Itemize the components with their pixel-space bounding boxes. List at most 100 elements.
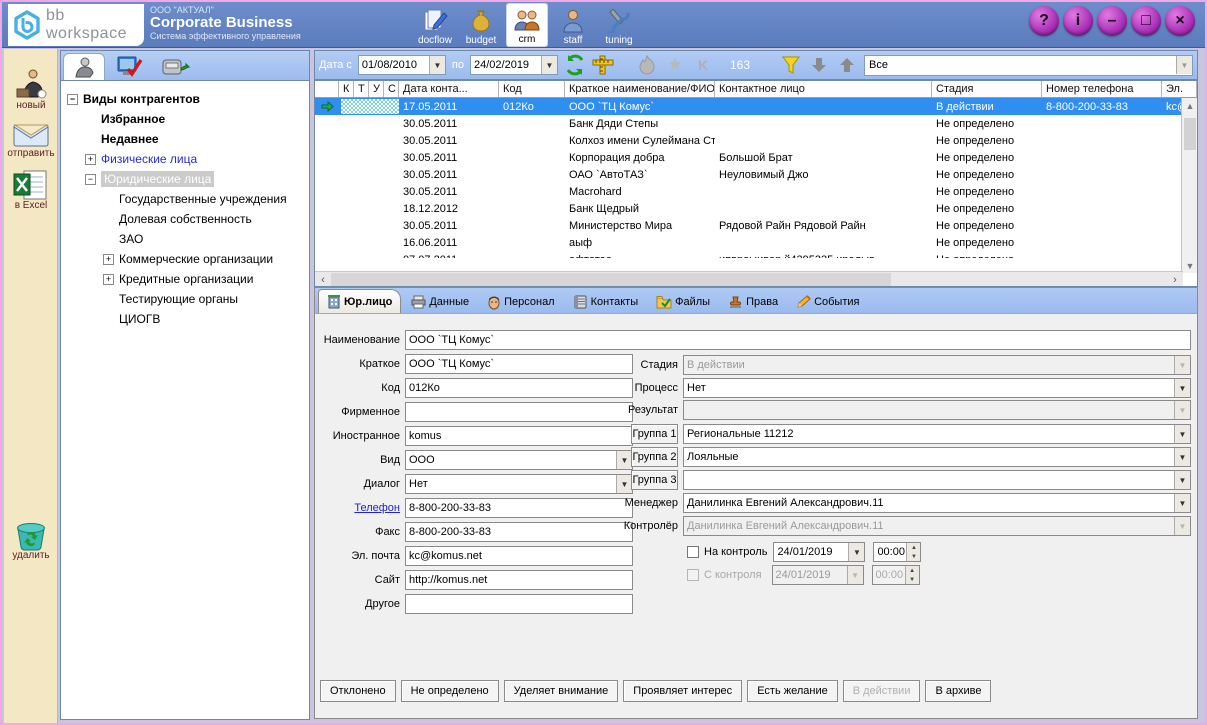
col-date[interactable]: Дата конта... xyxy=(399,81,499,97)
table-row[interactable]: 18.12.2012Банк ЩедрыйНе определено xyxy=(315,200,1197,217)
export-excel-button[interactable]: в Excel xyxy=(4,169,58,211)
scroll-right-icon[interactable]: › xyxy=(1167,272,1183,287)
tree-item-individuals[interactable]: +Физические лица xyxy=(67,149,309,169)
expand-icon[interactable]: + xyxy=(103,254,114,265)
table-row[interactable]: 07.07.2011афтотаоипвраыивар й4395335 ира… xyxy=(315,251,1197,258)
col-stage[interactable]: Стадия xyxy=(932,81,1042,97)
help-button[interactable]: ? xyxy=(1029,6,1059,36)
process-combo[interactable]: Нет▼ xyxy=(683,378,1191,398)
tree-item-ciogv[interactable]: ЦИОГВ xyxy=(67,309,309,329)
table-row[interactable]: 30.05.2011Министерство МираРядовой Райн … xyxy=(315,217,1197,234)
stage-archive-button[interactable]: В архиве xyxy=(925,680,991,702)
send-button[interactable]: отправить xyxy=(4,119,58,159)
stage-interest-button[interactable]: Проявляет интерес xyxy=(623,680,742,702)
group1-button[interactable]: Группа 1 xyxy=(631,424,678,444)
col-k[interactable]: К xyxy=(339,81,354,97)
stage-undefined-button[interactable]: Не определено xyxy=(401,680,499,702)
expand-icon[interactable]: + xyxy=(85,154,96,165)
date-to-input[interactable] xyxy=(471,57,541,73)
horizontal-scroll-thumb[interactable] xyxy=(331,273,891,286)
fax-field[interactable] xyxy=(405,522,633,542)
tree-tab-counterparties[interactable] xyxy=(63,53,105,80)
email-field[interactable] xyxy=(405,546,633,566)
tab-rights[interactable]: Права xyxy=(720,291,786,313)
collapse-icon[interactable]: − xyxy=(85,174,96,185)
on-control-checkbox[interactable] xyxy=(687,546,699,558)
tree-item-shared-ownership[interactable]: Долевая собственность xyxy=(67,209,309,229)
tab-legal-entity[interactable]: Юр.лицо xyxy=(318,289,401,313)
group3-button[interactable]: Группа 3 xyxy=(631,470,678,490)
name-field[interactable] xyxy=(405,330,1191,350)
tree-item-testing-bodies[interactable]: Тестирующие органы xyxy=(67,289,309,309)
nav-tuning[interactable]: tuning xyxy=(598,3,640,47)
table-row[interactable]: 30.05.2011ОАО `АвтоТАЗ`Неуловимый ДжоНе … xyxy=(315,166,1197,183)
scroll-up-icon[interactable]: ▲ xyxy=(1182,98,1198,113)
on-control-date[interactable]: 24/01/2019▼ xyxy=(773,542,865,562)
tree-item-state-institutions[interactable]: Государственные учреждения xyxy=(67,189,309,209)
nav-staff[interactable]: staff xyxy=(552,3,594,47)
scroll-left-icon[interactable]: ‹ xyxy=(315,272,331,287)
filter-funnel-button[interactable] xyxy=(780,54,802,76)
stage-desire-button[interactable]: Есть желание xyxy=(747,680,838,702)
minimize-button[interactable]: – xyxy=(1097,6,1127,36)
delete-button[interactable]: удалить xyxy=(4,519,58,561)
close-button[interactable]: × xyxy=(1165,6,1195,36)
tree-item-commercial-orgs[interactable]: +Коммерческие организации xyxy=(67,249,309,269)
tree-item-root[interactable]: −Виды контрагентов xyxy=(67,89,309,109)
col-t[interactable]: Т xyxy=(354,81,369,97)
on-control-time[interactable]: 00:00▲▼ xyxy=(873,542,921,562)
table-row[interactable]: 30.05.2011Корпорация добраБольшой БратНе… xyxy=(315,149,1197,166)
chevron-down-icon[interactable]: ▼ xyxy=(1174,425,1190,443)
date-from-input[interactable] xyxy=(359,57,429,73)
table-row[interactable]: 30.05.2011Колхоз имени Сулеймана Стал...… xyxy=(315,132,1197,149)
view-filter-combo[interactable]: Все ▼ xyxy=(864,55,1193,76)
ruler-button[interactable] xyxy=(592,54,614,76)
other-field[interactable] xyxy=(405,594,633,614)
brand-name-field[interactable] xyxy=(405,402,633,422)
tree-item-credit-orgs[interactable]: +Кредитные организации xyxy=(67,269,309,289)
dialog-combo[interactable]: Нет▼ xyxy=(405,474,633,494)
new-record-button[interactable]: новый xyxy=(4,67,58,111)
horizontal-scrollbar[interactable]: ‹ › xyxy=(315,271,1183,286)
group1-combo[interactable]: Региональные 11212▼ xyxy=(683,424,1191,444)
site-field[interactable] xyxy=(405,570,633,590)
foreign-name-field[interactable] xyxy=(405,426,633,446)
chevron-down-icon[interactable]: ▼ xyxy=(1176,56,1192,74)
arrow-down-icon[interactable] xyxy=(808,54,830,76)
chevron-down-icon[interactable]: ▼ xyxy=(429,56,445,74)
table-row[interactable]: 16.06.2011аыфНе определено xyxy=(315,234,1197,251)
chevron-down-icon[interactable]: ▼ xyxy=(1174,494,1190,512)
tab-files[interactable]: Файлы xyxy=(648,291,718,313)
stage-attention-button[interactable]: Уделяет внимание xyxy=(504,680,619,702)
stage-rejected-button[interactable]: Отклонено xyxy=(320,680,396,702)
nav-crm[interactable]: crm xyxy=(506,3,548,47)
col-marker[interactable] xyxy=(315,81,339,97)
manager-combo[interactable]: Данилинка Евгений Александрович.11▼ xyxy=(683,493,1191,513)
spin-down-icon[interactable]: ▼ xyxy=(907,552,920,561)
tree-tab-tasks[interactable] xyxy=(109,53,151,80)
type-combo[interactable]: ООО▼ xyxy=(405,450,633,470)
table-row[interactable]: 30.05.2011Банк Дяди СтепыНе определено xyxy=(315,115,1197,132)
phone-link[interactable]: Телефон xyxy=(318,502,405,514)
chevron-down-icon[interactable]: ▼ xyxy=(1174,471,1190,489)
refresh-button[interactable] xyxy=(564,54,586,76)
nav-docflow[interactable]: docflow xyxy=(414,3,456,47)
tree-item-favorites[interactable]: Избранное xyxy=(67,109,309,129)
col-s[interactable]: С xyxy=(384,81,399,97)
scroll-down-icon[interactable]: ▼ xyxy=(1182,258,1198,273)
chevron-down-icon[interactable]: ▼ xyxy=(848,543,864,561)
chevron-down-icon[interactable]: ▼ xyxy=(1174,448,1190,466)
vertical-scrollbar[interactable]: ▲ ▼ xyxy=(1181,98,1197,273)
arrow-up-icon[interactable] xyxy=(836,54,858,76)
expand-icon[interactable]: + xyxy=(103,274,114,285)
code-field[interactable] xyxy=(405,378,633,398)
col-contact[interactable]: Контактное лицо xyxy=(715,81,932,97)
tab-personnel[interactable]: Персонал xyxy=(479,291,563,313)
phone-field[interactable] xyxy=(405,498,633,518)
col-phone[interactable]: Номер телефона xyxy=(1042,81,1162,97)
group3-combo[interactable]: ▼ xyxy=(683,470,1191,490)
col-email[interactable]: Эл. xyxy=(1162,81,1197,97)
chevron-down-icon[interactable]: ▼ xyxy=(541,56,557,74)
tab-data[interactable]: Данные xyxy=(403,291,477,313)
tree-item-recent[interactable]: Недавнее xyxy=(67,129,309,149)
